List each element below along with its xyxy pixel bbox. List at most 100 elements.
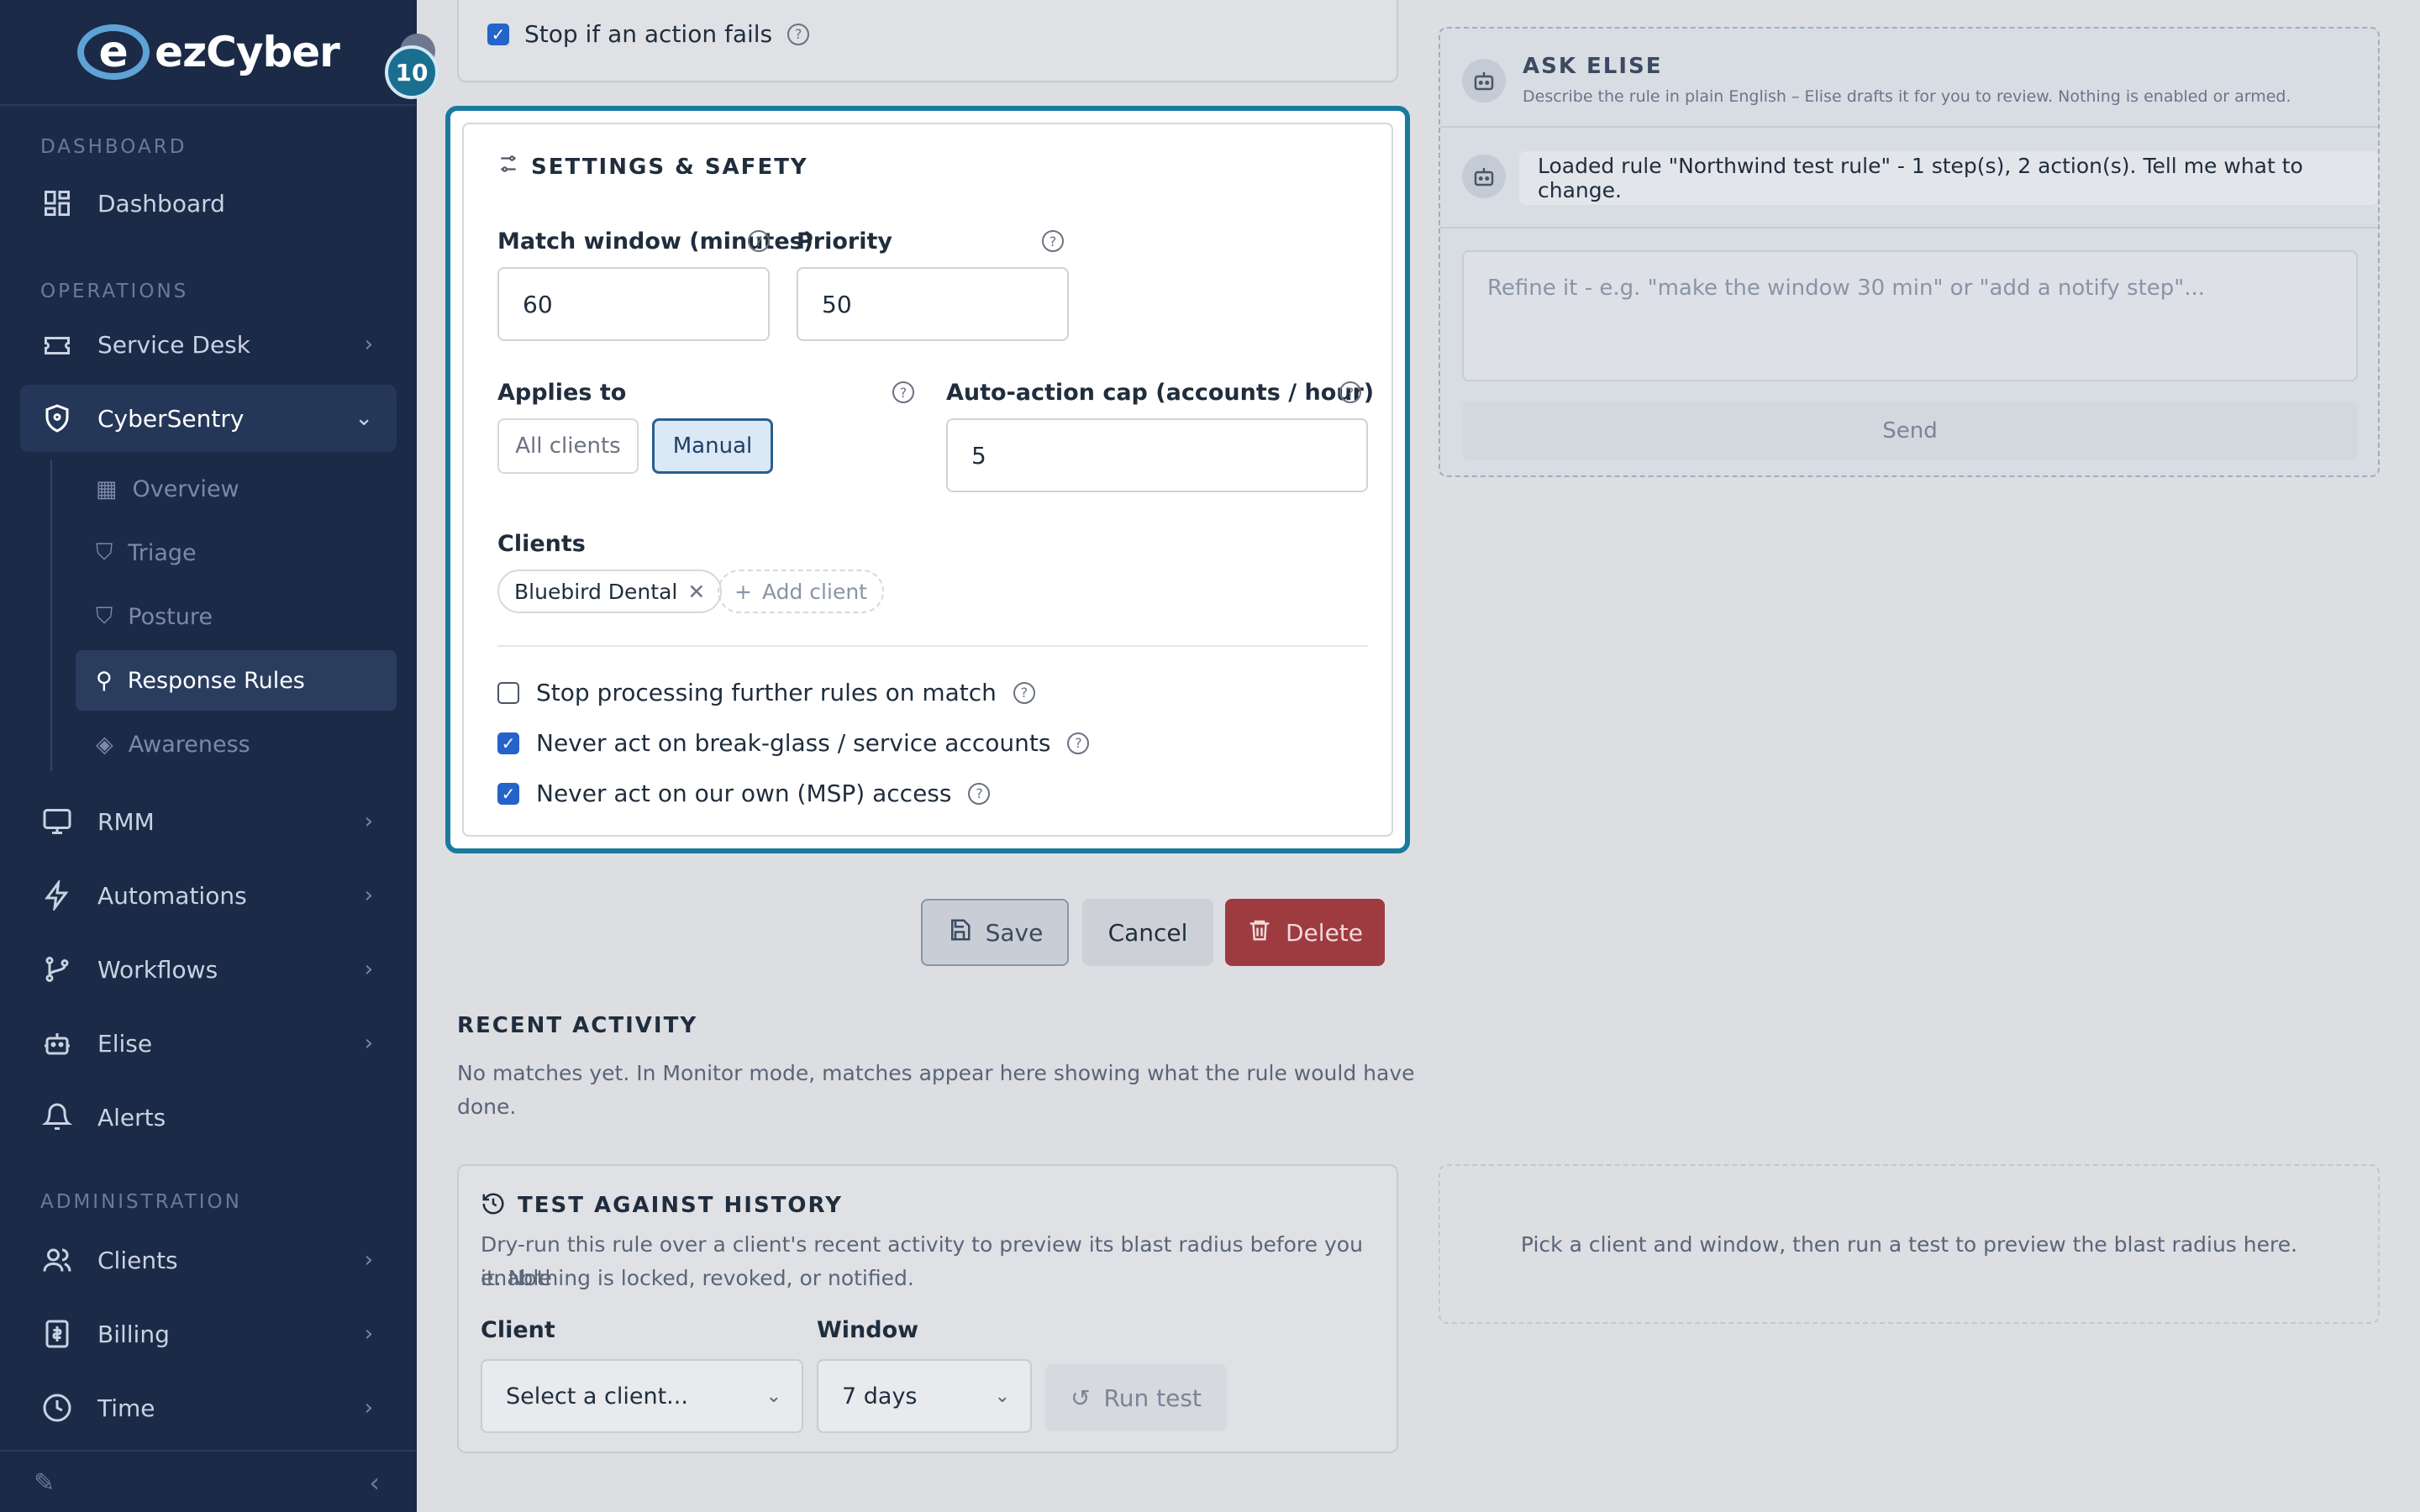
client-chip-label: Bluebird Dental [514,579,678,604]
sidebar-item-label: CyberSentry [97,404,245,433]
pencil-icon[interactable]: ✎ [34,1468,55,1498]
msp-access-checkbox[interactable]: ✓ [497,782,519,805]
clock-icon [40,1391,74,1425]
sidebar-item-label: Time [97,1394,155,1422]
sidebar-item-label: Alerts [97,1103,166,1131]
sidebar-item-workflows[interactable]: Workflows › [20,936,397,1003]
sidebar-item-service-desk[interactable]: Service Desk › [20,311,397,378]
sidebar-subitem-awareness[interactable]: ◈ Awareness [76,714,397,774]
test-text-2: it. Nothing is locked, revoked, or notif… [481,1266,914,1290]
sidebar-subitem-posture[interactable]: ⛉ Posture [76,586,397,647]
sidebar-item-alerts[interactable]: Alerts [20,1084,397,1151]
receipt-icon [40,1317,74,1351]
help-icon[interactable]: ? [1013,681,1035,704]
help-icon[interactable]: ? [1067,732,1090,754]
break-glass-label: Never act on break-glass / service accou… [536,729,1051,757]
chevron-right-icon: › [364,1395,373,1420]
match-window-input[interactable]: 60 [497,267,770,341]
run-test-label: Run test [1103,1383,1202,1412]
help-icon[interactable]: ? [748,230,770,252]
save-icon [947,917,972,948]
cancel-button[interactable]: Cancel [1082,899,1213,966]
stop-processing-checkbox[interactable] [497,681,519,704]
plus-icon: + [734,579,752,604]
help-icon[interactable]: ? [1339,381,1361,403]
sidebar-subitem-overview[interactable]: ▦ Overview [76,459,397,519]
submenu-line [50,460,52,771]
priority-input[interactable]: 50 [797,267,1069,341]
section-dashboard: DASHBOARD [40,136,187,158]
brand-name-ez: ez [155,28,207,76]
close-icon[interactable]: ✕ [687,580,705,604]
settings-safety-panel: SETTINGS & SAFETY Match window (minutes)… [445,106,1410,853]
auto-action-cap-input[interactable]: 5 [946,418,1368,492]
elise-refine-input[interactable]: Refine it - e.g. "make the window 30 min… [1462,250,2358,381]
sidebar-item-label: Posture [128,603,213,630]
actions-card: ✓ Stop if an action fails ? [457,0,1398,82]
applies-all-clients-button[interactable]: All clients [497,418,639,474]
sidebar-item-label: Clients [97,1246,178,1274]
client-select[interactable]: Select a client... ⌄ [481,1359,803,1433]
grid-icon: ▦ [96,475,118,502]
sidebar-subitem-response-rules[interactable]: ⚲ Response Rules [76,650,397,711]
stop-if-fails-label: Stop if an action fails [524,20,773,48]
chevron-down-icon: ⌄ [355,406,373,431]
test-result-placeholder: Pick a client and window, then run a tes… [1439,1164,2380,1324]
brand-logo[interactable]: e ezCyber [0,0,417,106]
save-button[interactable]: Save [921,899,1069,966]
stop-if-fails-checkbox[interactable]: ✓ [487,23,509,45]
history-icon: ↺ [1071,1383,1091,1412]
chevron-right-icon: › [364,957,373,982]
test-client-label: Client [481,1317,555,1343]
brand-name-cyber: Cyber [206,28,340,76]
sidebar-item-rmm[interactable]: RMM › [20,788,397,855]
chevron-down-icon: ⌄ [765,1385,781,1407]
chevron-right-icon: › [364,809,373,834]
shield-icon: ⛉ [96,539,113,565]
ask-elise-panel: ASK ELISE Describe the rule in plain Eng… [1439,27,2380,477]
run-test-button[interactable]: ↺ Run test [1045,1364,1227,1431]
sidebar-item-label: Overview [132,475,239,502]
elise-send-button[interactable]: Send [1462,402,2358,460]
msp-access-label: Never act on our own (MSP) access [536,780,952,807]
logo-mark-icon: e [77,24,150,80]
applies-manual-button[interactable]: Manual [652,418,773,474]
section-administration: ADMINISTRATION [40,1191,242,1213]
shield-check-icon: ⛉ [96,603,113,629]
chevron-right-icon: › [364,1031,373,1056]
divider [497,645,1368,647]
ticket-icon [40,328,74,361]
save-label: Save [985,918,1044,947]
sidebar-item-elise[interactable]: Elise › [20,1010,397,1077]
auto-action-cap-label: Auto-action cap (accounts / hour) [946,380,1375,406]
elise-message: Loaded rule "Northwind test rule" - 1 st… [1519,151,2378,205]
sidebar-item-clients[interactable]: Clients › [20,1226,397,1294]
help-icon[interactable]: ? [1042,230,1064,252]
sidebar-item-automations[interactable]: Automations › [20,862,397,929]
sidebar-item-label: Response Rules [127,667,305,694]
delete-button[interactable]: Delete [1225,899,1385,966]
add-client-button[interactable]: + Add client [718,570,884,613]
window-select[interactable]: 7 days ⌄ [817,1359,1032,1433]
sidebar-item-billing[interactable]: Billing › [20,1300,397,1368]
sidebar-item-time[interactable]: Time › [20,1374,397,1441]
sidebar-subitem-triage[interactable]: ⛉ Triage [76,522,397,583]
help-icon[interactable]: ? [892,381,914,403]
collapse-sidebar-icon[interactable]: ‹ [369,1467,380,1499]
step-badge: 10 [385,45,439,99]
sidebar-item-dashboard[interactable]: Dashboard [20,170,397,237]
sidebar-item-cybersentry[interactable]: CyberSentry ⌄ [20,385,397,452]
help-icon[interactable]: ? [968,782,991,805]
add-client-label: Add client [761,579,867,604]
help-icon[interactable]: ? [787,23,810,45]
grid-icon [40,186,74,220]
shield-icon [40,402,74,435]
ask-elise-subtitle: Describe the rule in plain English – Eli… [1523,87,2291,106]
users-icon [40,1243,74,1277]
sidebar-item-label: Elise [97,1029,153,1058]
break-glass-checkbox[interactable]: ✓ [497,732,519,754]
priority-label: Priority [797,228,892,255]
section-operations: OPERATIONS [40,281,189,302]
bell-icon [40,1100,74,1134]
history-icon [481,1191,506,1220]
